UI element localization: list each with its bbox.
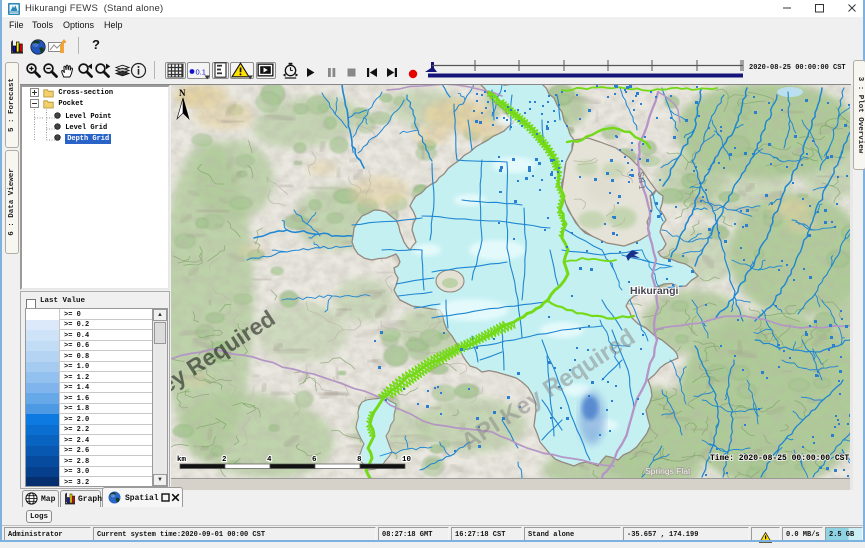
svg-text:4: 4: [267, 456, 272, 464]
svg-text:10: 10: [402, 456, 412, 464]
svg-text:8: 8: [357, 456, 362, 464]
svg-text:km: km: [177, 456, 187, 464]
svg-text:Hikurangi: Hikurangi: [630, 285, 679, 297]
svg-text:Springs Flat: Springs Flat: [645, 466, 691, 476]
svg-text:N: N: [179, 88, 186, 98]
svg-text:Time: 2020-08-25 00:00:00 CST: Time: 2020-08-25 00:00:00 CST: [710, 454, 849, 463]
svg-text:2: 2: [222, 456, 227, 464]
svg-text:SH 1: SH 1: [636, 171, 647, 190]
svg-text:6: 6: [312, 456, 317, 464]
